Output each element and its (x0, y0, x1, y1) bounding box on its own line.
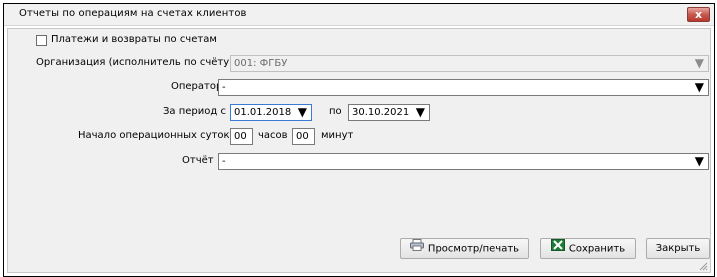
period-to-value: 30.10.2021 (352, 107, 410, 118)
excel-icon (550, 239, 565, 258)
operator-label: Оператор (171, 81, 223, 92)
close-label: Закрыть (655, 243, 701, 254)
preview-print-label: Просмотр/печать (427, 243, 520, 255)
chevron-down-icon: ▼ (694, 154, 704, 168)
preview-print-button[interactable]: Просмотр/печать (400, 238, 529, 259)
day-start-label: Начало операционных суток (78, 130, 230, 141)
chevron-down-icon: ▼ (694, 56, 704, 70)
period-from-value: 01.01.2018 (234, 107, 292, 118)
hours-label: часов (258, 130, 288, 141)
save-label: Сохранить (568, 243, 626, 255)
window-title: Отчеты по операциям на счетах клиентов (19, 8, 247, 19)
org-select[interactable]: 001: ФГБУ ▼ (230, 55, 709, 72)
report-select-value: - (222, 156, 226, 167)
close-icon: x (694, 8, 703, 21)
period-from-date[interactable]: 01.01.2018 ▼ (230, 104, 312, 121)
minutes-value: 00 (296, 131, 309, 142)
title-bar: Отчеты по операциям на счетах клиентов x (4, 4, 714, 26)
close-button[interactable]: Закрыть (646, 238, 710, 259)
hours-value: 00 (234, 131, 247, 142)
hours-input[interactable]: 00 (230, 128, 253, 145)
operator-select-value: - (222, 82, 226, 93)
report-label: Отчёт (182, 155, 214, 166)
minutes-input[interactable]: 00 (292, 128, 315, 145)
report-select[interactable]: - ▼ (218, 153, 709, 170)
close-window-button[interactable]: x (687, 7, 710, 22)
period-to-date[interactable]: 30.10.2021 ▼ (348, 104, 430, 121)
resize-grip-icon[interactable] (698, 261, 708, 271)
calendar-dropdown-icon: ▼ (297, 105, 307, 119)
operator-select[interactable]: - ▼ (218, 79, 709, 96)
org-label: Организация (исполнитель по счёту) (36, 57, 234, 68)
calendar-dropdown-icon: ▼ (415, 105, 425, 119)
payments-checkbox[interactable] (36, 35, 47, 46)
report-dialog: Отчеты по операциям на счетах клиентов x… (3, 3, 715, 277)
period-from-label: За период с (163, 106, 226, 117)
minutes-label: минут (321, 130, 354, 141)
payments-checkbox-label: Платежи и возвраты по счетам (51, 34, 217, 45)
org-select-value: 001: ФГБУ (234, 58, 288, 69)
printer-icon (409, 239, 424, 258)
chevron-down-icon: ▼ (694, 80, 704, 94)
dialog-body: Платежи и возвраты по счетам Организация… (7, 28, 711, 273)
save-button[interactable]: Сохранить (540, 238, 636, 259)
period-to-label: по (329, 106, 342, 117)
